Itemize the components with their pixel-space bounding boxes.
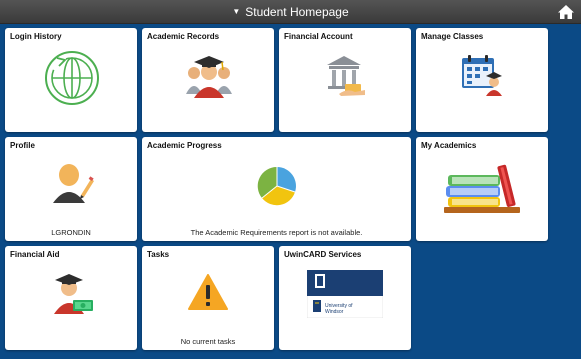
- bank-payment-icon: [327, 56, 365, 96]
- home-icon[interactable]: [557, 3, 575, 21]
- triangle-down-icon: ▼: [232, 6, 241, 16]
- tile-financial-account[interactable]: Financial Account: [279, 28, 411, 132]
- tile-title: UwinCARD Services: [284, 250, 362, 259]
- page-title: Student Homepage: [245, 5, 349, 19]
- person-pencil-icon: [53, 164, 94, 203]
- graduates-icon: [186, 56, 232, 98]
- tile-tasks[interactable]: Tasks No current tasks: [142, 246, 274, 350]
- tile-academic-records[interactable]: Academic Records: [142, 28, 274, 132]
- tile-financial-aid[interactable]: Financial Aid: [5, 246, 137, 350]
- tile-uwincard-services[interactable]: UwinCARD Services University of Windsor: [279, 246, 411, 350]
- tile-title: Profile: [10, 141, 35, 150]
- tile-my-academics[interactable]: My Academics: [416, 137, 548, 241]
- tile-title: Financial Aid: [10, 250, 60, 259]
- tile-profile[interactable]: Profile LGRONDIN: [5, 137, 137, 241]
- tile-title: Tasks: [147, 250, 170, 259]
- top-navigation-bar: ▼ Student Homepage: [0, 0, 581, 24]
- tile-title: Financial Account: [284, 32, 353, 41]
- academic-progress-message: The Academic Requirements report is not …: [190, 228, 363, 237]
- profile-username: LGRONDIN: [51, 228, 91, 237]
- tile-title: Manage Classes: [421, 32, 484, 41]
- tile-grid: Login History Academic Records Financial: [0, 25, 581, 359]
- tile-title: My Academics: [421, 141, 477, 150]
- tile-manage-classes[interactable]: Manage Classes: [416, 28, 548, 132]
- university-name: University of Windsor: [325, 303, 353, 315]
- tile-title: Academic Records: [147, 32, 220, 41]
- history-globe-icon: [45, 51, 99, 105]
- calendar-student-icon: [462, 55, 502, 96]
- books-icon: [444, 164, 520, 213]
- tile-title: Academic Progress: [147, 141, 222, 150]
- pie-chart-icon: [257, 166, 296, 206]
- tile-title: Login History: [10, 32, 62, 41]
- tile-academic-progress[interactable]: Academic Progress The Academic Requireme…: [142, 137, 411, 241]
- graduate-money-icon: [54, 274, 93, 314]
- page-title-button[interactable]: ▼ Student Homepage: [0, 0, 581, 24]
- warning-icon: [188, 274, 228, 310]
- tasks-status: No current tasks: [180, 337, 236, 346]
- tile-login-history[interactable]: Login History: [5, 28, 137, 132]
